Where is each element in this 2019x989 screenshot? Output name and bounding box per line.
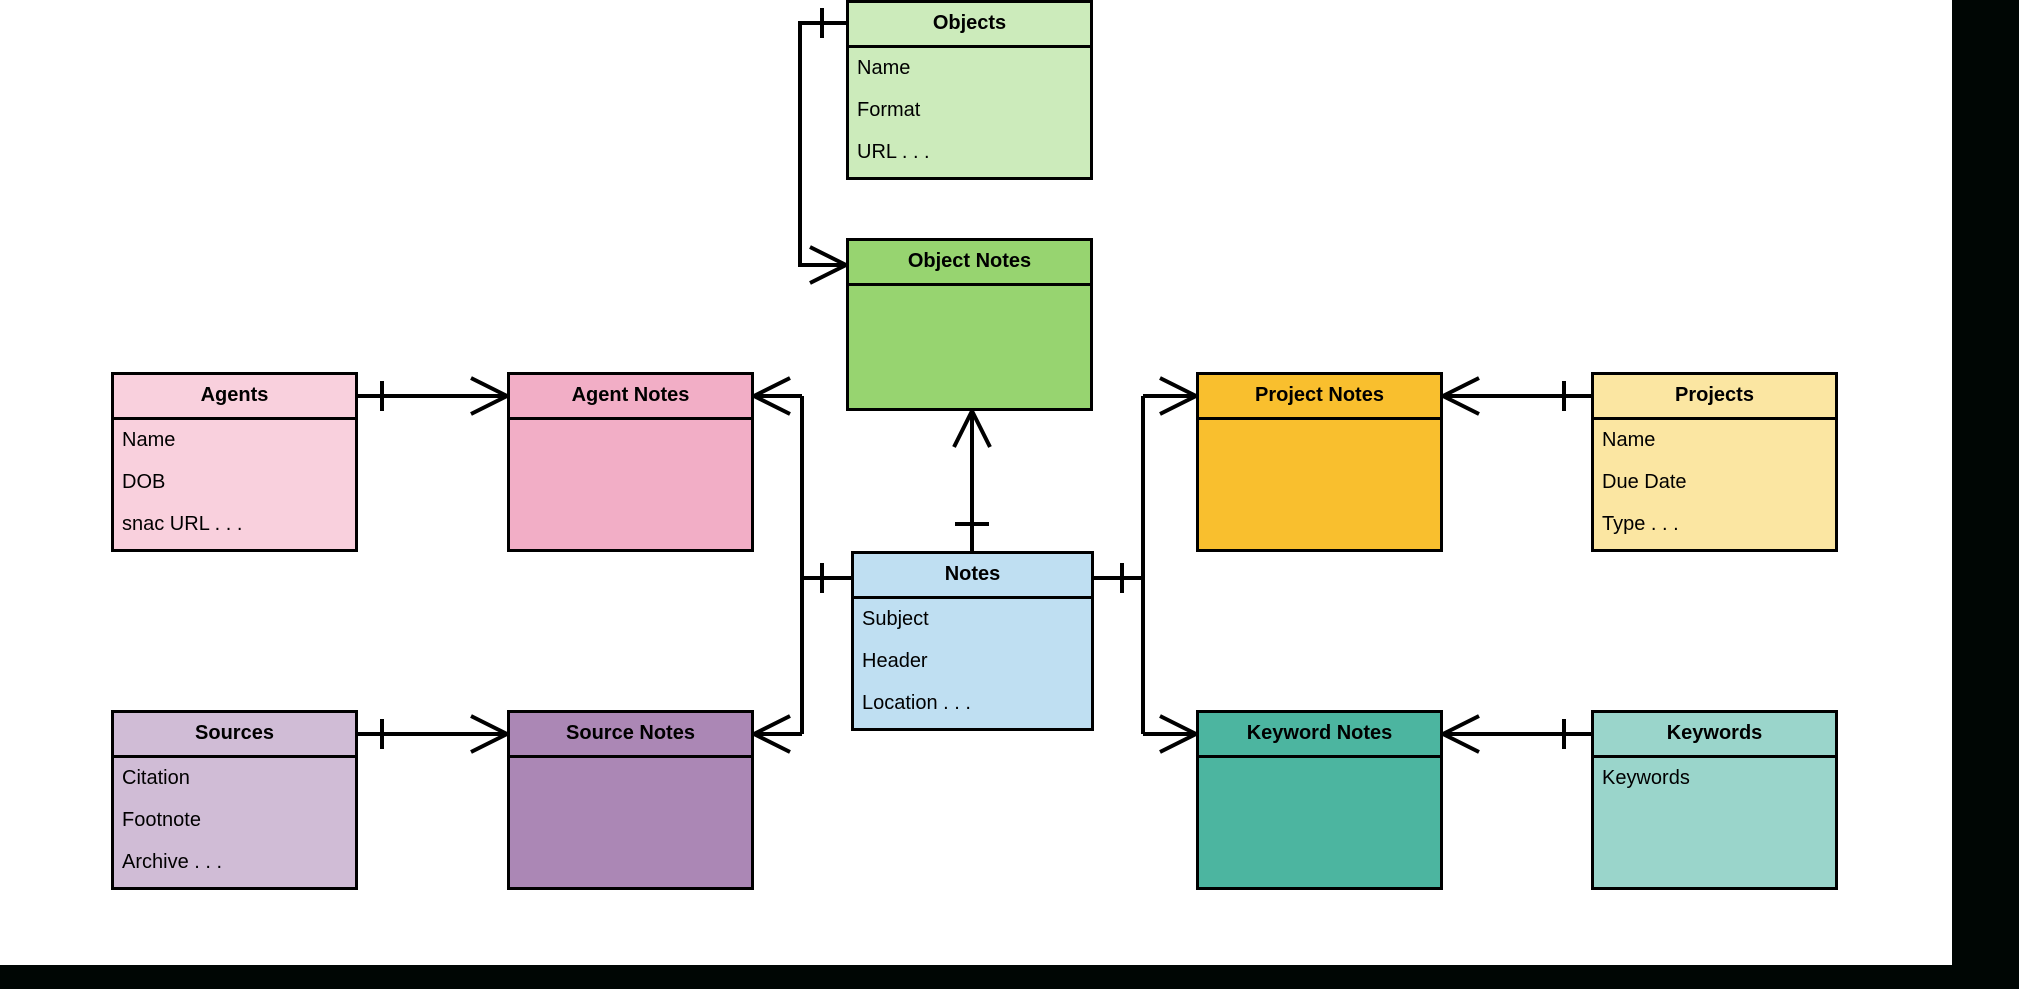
entity-header-projects: Projects — [1594, 375, 1835, 420]
attribute: Format — [857, 99, 921, 121]
er-diagram-canvas: Objects Name Format URL . . . Object Notes Ag… — [0, 0, 2019, 989]
attribute: Due Date — [1602, 471, 1687, 493]
entity-attributes-projects: Name Due Date Type . . . — [1594, 420, 1835, 549]
attribute: Subject — [862, 608, 929, 630]
entity-attributes-project_notes — [1199, 420, 1440, 549]
attribute: DOB — [122, 471, 166, 493]
attribute: Header — [862, 650, 928, 672]
link-keyword-notes-keywords — [1442, 714, 1591, 754]
attribute: Name — [122, 429, 176, 451]
entity-header-agent_notes: Agent Notes — [510, 375, 751, 420]
link-project-keyword-notes-notes — [1094, 376, 1197, 754]
entity-agents[interactable]: Agents Name DOB snac URL . . . — [111, 372, 358, 552]
entity-header-object_notes: Object Notes — [849, 241, 1090, 286]
entity-header-source_notes: Source Notes — [510, 713, 751, 758]
link-sources-source-notes — [358, 714, 508, 754]
entity-header-keywords: Keywords — [1594, 713, 1835, 758]
entity-objects[interactable]: Objects Name Format URL . . . — [846, 0, 1093, 180]
entity-attributes-source_notes — [510, 758, 751, 887]
entity-attributes-sources: Citation Footnote Archive . . . — [114, 758, 355, 887]
letterbox-right — [1952, 0, 2019, 965]
entity-attributes-objects: Name Format URL . . . — [849, 48, 1090, 177]
entity-attributes-notes: Subject Header Location . . . — [854, 599, 1091, 728]
attribute: Footnote — [122, 809, 201, 831]
entity-source_notes[interactable]: Source Notes — [507, 710, 754, 890]
attribute: Name — [1602, 429, 1656, 451]
entity-header-objects: Objects — [849, 3, 1090, 48]
link-object-notes-notes — [952, 410, 992, 551]
attribute: URL . . . — [857, 141, 930, 163]
entity-object_notes[interactable]: Object Notes — [846, 238, 1093, 411]
attribute: Citation — [122, 767, 190, 789]
entity-attributes-agents: Name DOB snac URL . . . — [114, 420, 355, 549]
entity-attributes-keywords: Keywords — [1594, 758, 1835, 887]
entity-project_notes[interactable]: Project Notes — [1196, 372, 1443, 552]
attribute: Type . . . — [1602, 513, 1679, 535]
entity-agent_notes[interactable]: Agent Notes — [507, 372, 754, 552]
attribute: Archive . . . — [122, 851, 223, 873]
entity-projects[interactable]: Projects Name Due Date Type . . . — [1591, 372, 1838, 552]
entity-header-notes: Notes — [854, 554, 1091, 599]
letterbox-bottom — [0, 965, 2019, 989]
entity-header-sources: Sources — [114, 713, 355, 758]
entity-header-project_notes: Project Notes — [1199, 375, 1440, 420]
entity-header-keyword_notes: Keyword Notes — [1199, 713, 1440, 758]
entity-notes[interactable]: Notes Subject Header Location . . . — [851, 551, 1094, 731]
link-project-notes-projects — [1442, 376, 1591, 416]
attribute: snac URL . . . — [122, 513, 243, 535]
entity-keyword_notes[interactable]: Keyword Notes — [1196, 710, 1443, 890]
entity-header-agents: Agents — [114, 375, 355, 420]
attribute: Keywords — [1602, 767, 1690, 789]
link-agent-source-notes-notes — [753, 376, 851, 754]
attribute: Location . . . — [862, 692, 971, 714]
entity-sources[interactable]: Sources Citation Footnote Archive . . . — [111, 710, 358, 890]
link-objects-object-notes — [798, 8, 847, 285]
link-agents-agent-notes — [358, 376, 508, 416]
entity-attributes-agent_notes — [510, 420, 751, 549]
entity-keywords[interactable]: Keywords Keywords — [1591, 710, 1838, 890]
entity-attributes-keyword_notes — [1199, 758, 1440, 887]
attribute: Name — [857, 57, 911, 79]
entity-attributes-object_notes — [849, 286, 1090, 408]
